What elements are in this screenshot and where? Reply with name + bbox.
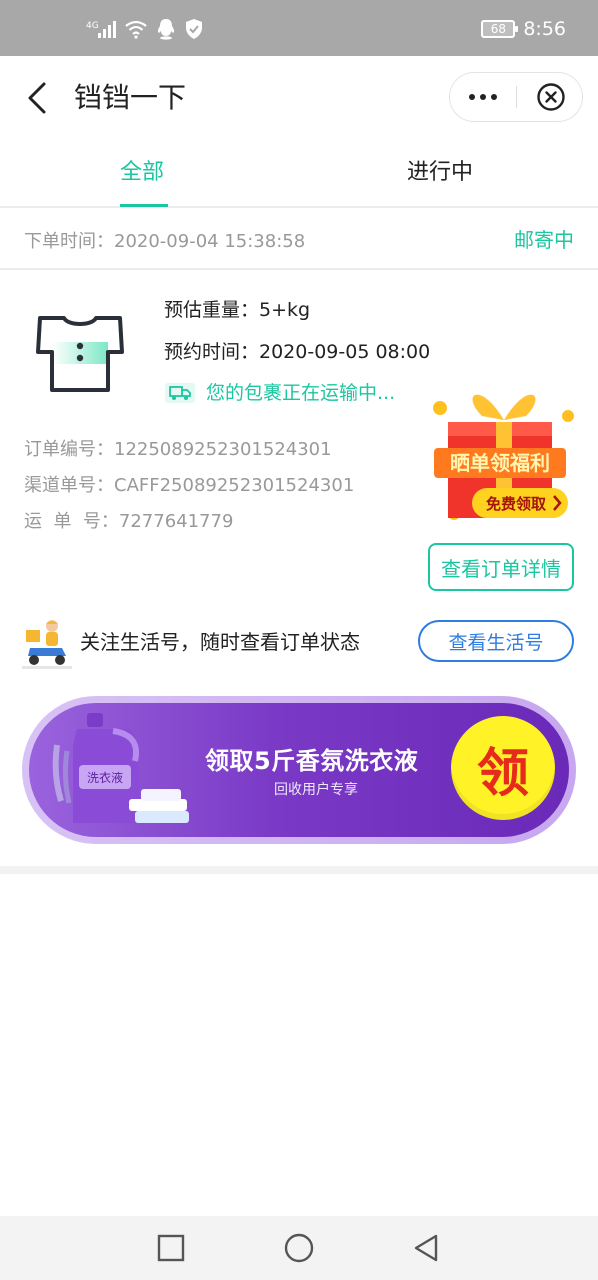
view-order-detail-button[interactable]: 查看订单详情 [428, 543, 574, 591]
truck-icon [165, 382, 195, 403]
shipping-status[interactable]: 您的包裹正在运输中... [164, 378, 395, 405]
estimated-weight: 预估重量：5+kg [164, 299, 311, 321]
tshirt-icon [36, 316, 124, 392]
order-number: 订单编号：1225089252301524301 [24, 439, 332, 460]
status-icons-left: 4G [86, 18, 204, 40]
back-arrow-icon[interactable] [24, 78, 54, 118]
close-circle-icon[interactable] [536, 82, 566, 112]
recent-apps-icon[interactable] [155, 1232, 187, 1264]
bottle-label: 洗衣液 [87, 770, 123, 785]
follow-life-account-row: 关注生活号，随时查看订单状态 查看生活号 [0, 608, 598, 678]
svg-text:4G: 4G [86, 21, 99, 31]
battery-icon: 68 [481, 20, 519, 38]
appointment-time: 预约时间：2020-09-05 08:00 [164, 341, 431, 363]
order-time: 下单时间：2020-09-04 15:38:58 [24, 231, 306, 252]
gift-promo-title: 晒单领福利 [450, 451, 550, 475]
home-icon[interactable] [283, 1232, 315, 1264]
title-bar: 铛铛一下 [0, 56, 598, 140]
mini-program-capsule [449, 72, 583, 122]
detergent-promo-banner[interactable]: 洗衣液 领取5斤香氛洗衣液 回收用户专享 领 [22, 696, 576, 844]
claim-badge[interactable]: 领 [451, 716, 555, 820]
shipping-status-text: 您的包裹正在运输中... [206, 382, 396, 404]
system-nav-bar [0, 1216, 598, 1280]
status-icons-right: 68 8:56 [481, 18, 566, 40]
signal-icon: 4G [86, 21, 116, 38]
shield-icon [186, 19, 202, 39]
order-status: 邮寄中 [514, 228, 574, 252]
back-triangle-icon[interactable] [410, 1232, 442, 1264]
tracking-number: 运 单 号：7277641779 [24, 511, 234, 532]
gift-promo[interactable]: 晒单领福利 免费领取 [430, 384, 578, 526]
banner-subtitle: 回收用户专享 [274, 782, 358, 798]
tab-in-progress[interactable]: 进行中 [407, 154, 473, 186]
page-title: 铛铛一下 [74, 81, 187, 114]
banner-inner: 洗衣液 领取5斤香氛洗衣液 回收用户专享 领 [29, 703, 569, 837]
capsule-divider [516, 86, 517, 108]
more-dots-icon[interactable] [450, 73, 516, 121]
section-divider [0, 866, 598, 874]
courier-scooter-icon [22, 620, 72, 669]
follow-text: 关注生活号，随时查看订单状态 [80, 630, 360, 654]
wifi-icon [125, 20, 147, 39]
status-bar: 4G 68 8:56 [0, 0, 598, 56]
active-tab-indicator [120, 204, 168, 207]
order-header: 下单时间：2020-09-04 15:38:58 邮寄中 [0, 210, 598, 270]
tab-bar: 全部 进行中 [0, 140, 598, 208]
status-time: 8:56 [523, 18, 566, 40]
gift-promo-button: 免费领取 [486, 495, 547, 513]
qq-icon [157, 19, 175, 40]
channel-number: 渠道单号：CAFF25089252301524301 [24, 475, 355, 496]
detergent-bottle-image: 洗衣液 [52, 713, 189, 823]
tab-all[interactable]: 全部 [120, 154, 164, 186]
banner-title: 领取5斤香氛洗衣液 [205, 747, 419, 775]
view-life-account-button[interactable]: 查看生活号 [418, 620, 574, 662]
